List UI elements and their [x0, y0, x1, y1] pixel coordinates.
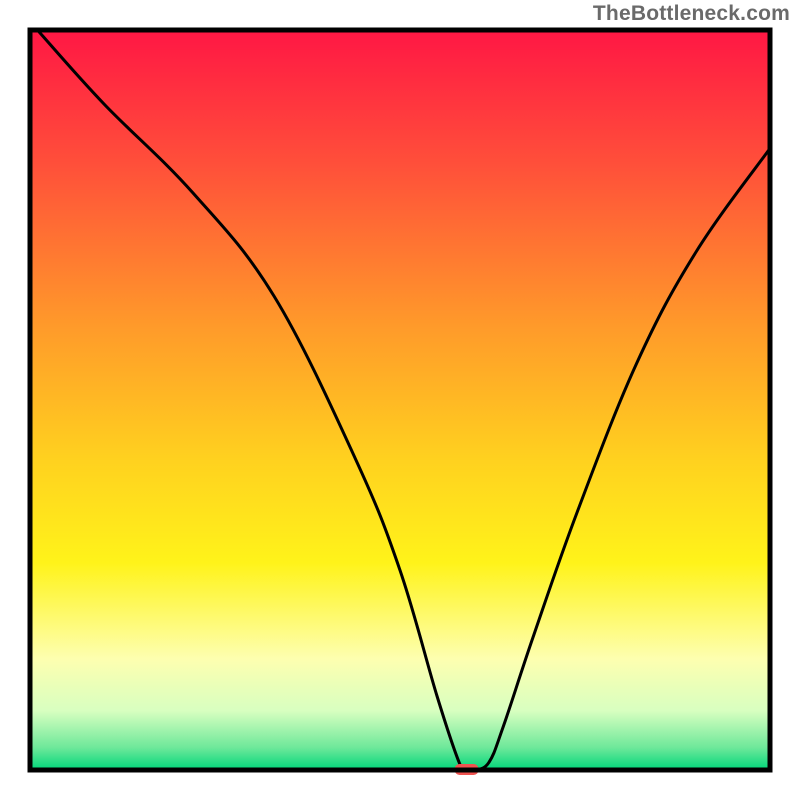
bottleneck-chart — [0, 0, 800, 800]
chart-container: { "attribution": "TheBottleneck.com", "c… — [0, 0, 800, 800]
